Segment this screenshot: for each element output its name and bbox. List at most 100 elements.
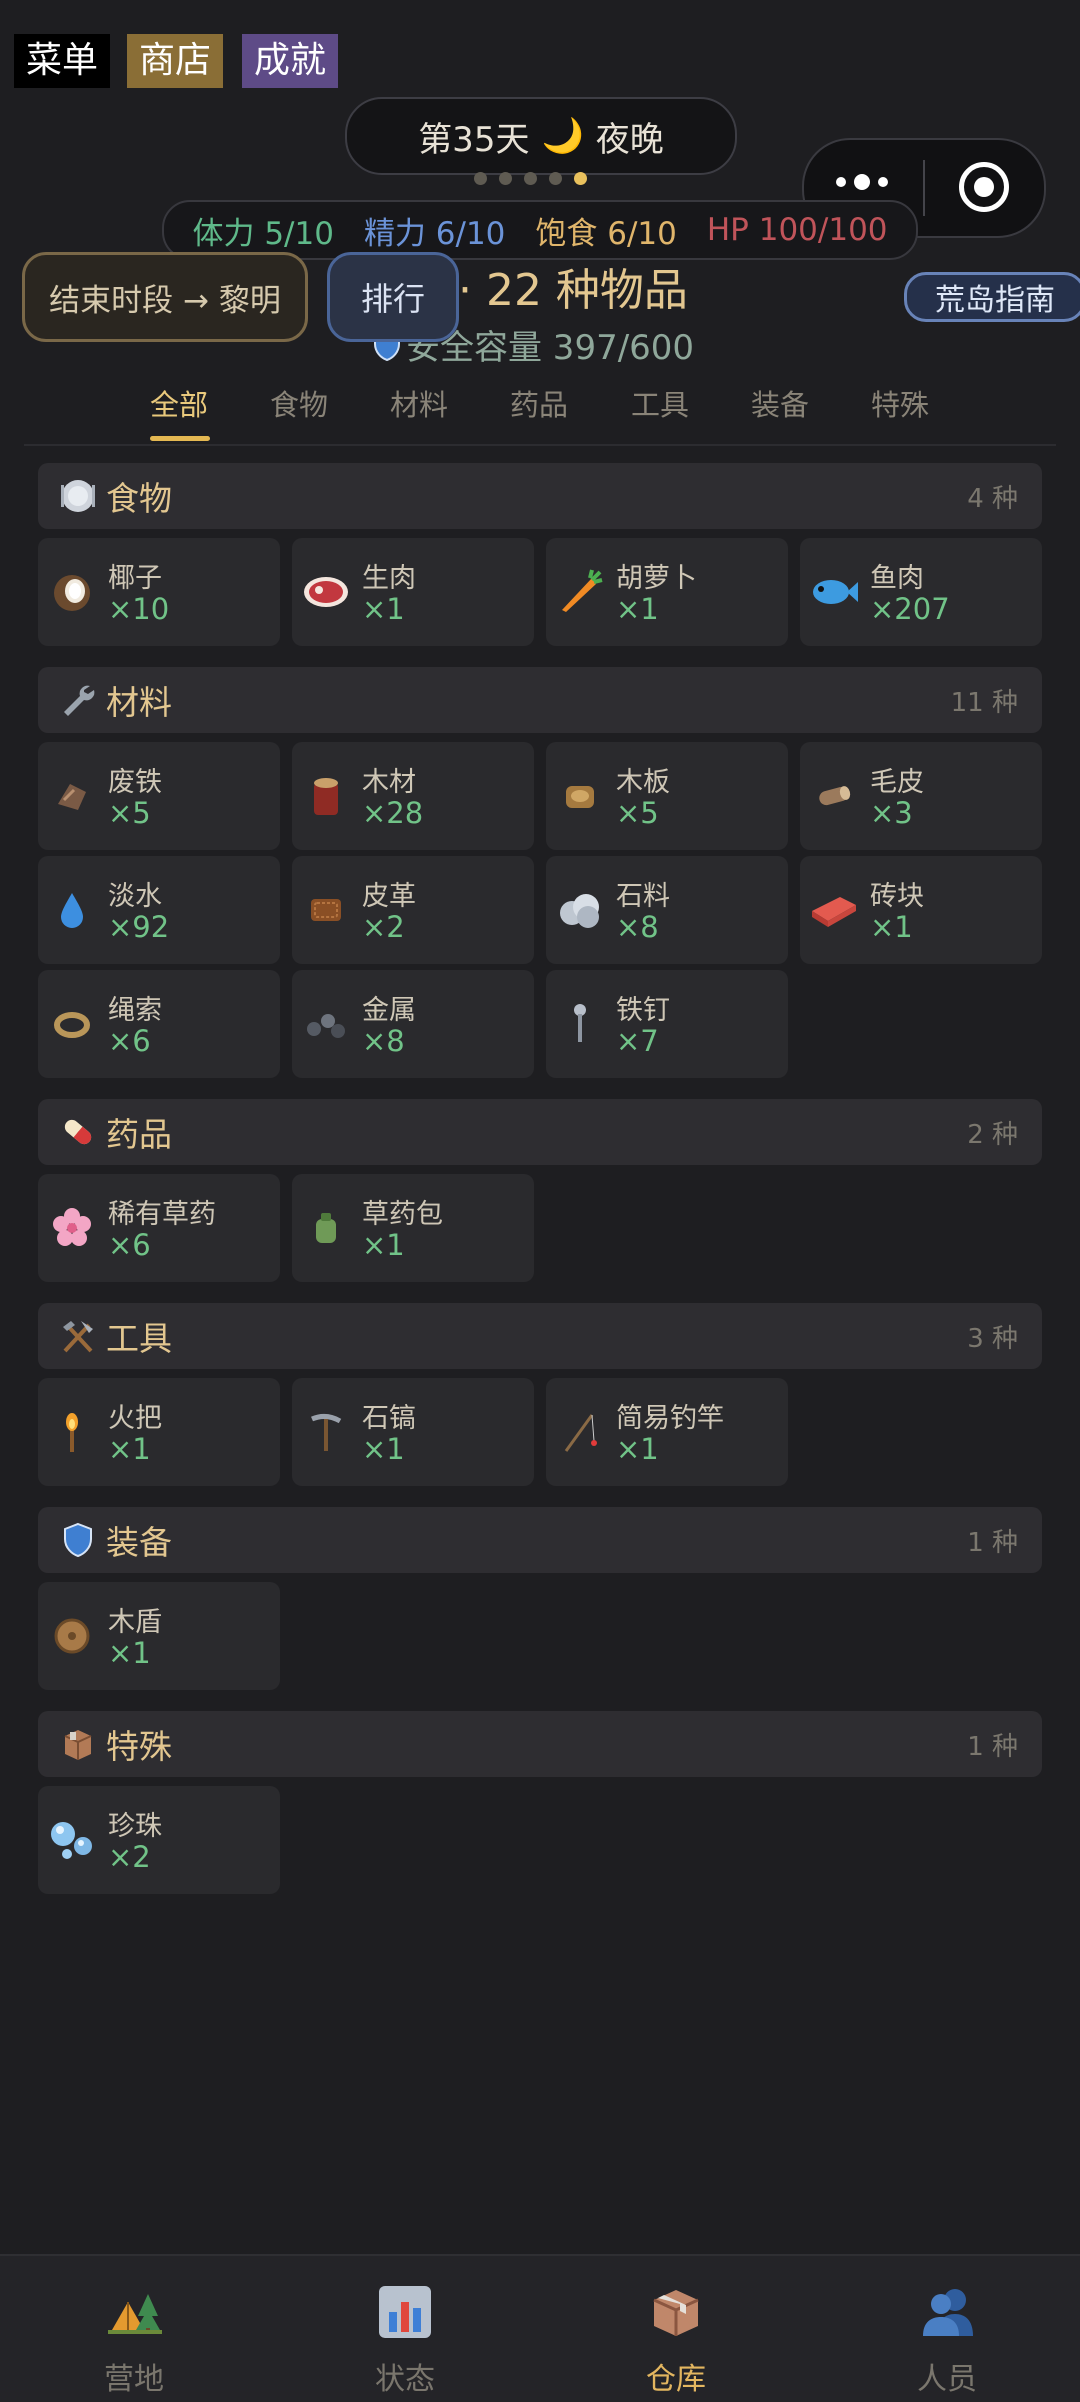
tab-all[interactable]: 全部 [150,382,208,424]
energy-stat: 精力 6/10 [363,215,506,252]
box-icon [58,1724,98,1764]
end-period-button[interactable]: 结束时段 → 黎明 [22,252,308,342]
period-dot [549,172,562,185]
item-card[interactable]: 绳索 ×6 [38,970,280,1078]
nav-status[interactable]: 状态 [335,2282,475,2398]
item-card[interactable]: 火把 ×1 [38,1378,280,1486]
period-dot [524,172,537,185]
tab-medicine[interactable]: 药品 [510,382,568,424]
item-qty: ×5 [108,796,151,830]
item-card[interactable]: 毛皮 ×3 [800,742,1042,850]
nav-warehouse[interactable]: 仓库 [606,2282,746,2398]
moon-icon: 🌙 [541,116,584,156]
item-name: 皮革 [362,881,416,912]
wood-icon [300,770,352,822]
item-card[interactable]: 石镐 ×1 [292,1378,534,1486]
raw-meat-icon [300,566,352,618]
flower-icon [46,1202,98,1254]
item-name: 鱼肉 [870,563,924,594]
brick-icon [808,884,860,936]
tab-special[interactable]: 特殊 [871,382,929,424]
item-card[interactable]: 椰子 ×10 [38,538,280,646]
item-card[interactable]: 皮革 ×2 [292,856,534,964]
section-count: 2 种 [967,1119,1018,1150]
section-title: 特殊 [106,1727,172,1766]
item-name: 木板 [616,767,670,798]
tab-tool[interactable]: 工具 [631,382,689,424]
hammer-pick-icon [58,1316,98,1356]
item-qty: ×1 [108,1636,151,1670]
carrot-icon [554,566,606,618]
stamina-stat: 体力 5/10 [192,215,334,252]
tab-material[interactable]: 材料 [390,382,448,424]
item-qty: ×1 [362,1432,405,1466]
item-qty: ×2 [362,910,405,944]
tab-equip[interactable]: 装备 [751,382,809,424]
item-qty: ×1 [362,592,405,626]
item-qty: ×10 [108,592,170,626]
item-card[interactable]: 生肉 ×1 [292,538,534,646]
item-qty: ×6 [108,1228,151,1262]
item-card[interactable]: 木盾 ×1 [38,1582,280,1690]
item-qty: ×92 [108,910,170,944]
item-name: 生肉 [362,563,416,594]
item-card[interactable]: 鱼肉 ×207 [800,538,1042,646]
section-count: 11 种 [950,687,1018,718]
item-card[interactable]: 珍珠 ×2 [38,1786,280,1894]
shop-button[interactable]: 商店 [127,34,224,88]
item-name: 绳索 [108,995,162,1026]
item-qty: ×5 [616,796,659,830]
item-qty: ×1 [362,1228,405,1262]
metal-icon [300,998,352,1050]
item-name: 木盾 [108,1607,162,1638]
achievements-button[interactable]: 成就 [242,34,339,88]
item-name: 简易钓竿 [616,1403,724,1434]
stats-bar: 体力 5/10 精力 6/10 饱食 6/10 HP 100/100 [162,200,918,260]
item-card[interactable]: 稀有草药 ×6 [38,1174,280,1282]
item-name: 草药包 [362,1199,443,1230]
nav-camp[interactable]: 营地 [64,2282,204,2398]
section-header-material: 材料 11 种 [38,667,1042,733]
bar-chart-icon [379,2286,431,2338]
item-name: 火把 [108,1403,162,1434]
item-name: 木材 [362,767,416,798]
fishing-rod-icon [554,1406,606,1458]
item-name: 废铁 [108,767,162,798]
wrench-icon [58,680,98,720]
item-card[interactable]: 淡水 ×92 [38,856,280,964]
pickaxe-icon [300,1406,352,1458]
item-qty: ×8 [362,1024,405,1058]
day-period: 夜晚 [595,119,664,160]
period-dot [499,172,512,185]
item-card[interactable]: 金属 ×8 [292,970,534,1078]
item-card[interactable]: 草药包 ×1 [292,1174,534,1282]
item-card[interactable]: 石料 ×8 [546,856,788,964]
item-card[interactable]: 铁钉 ×7 [546,970,788,1078]
item-card[interactable]: 木板 ×5 [546,742,788,850]
island-guide-button[interactable]: 荒岛指南 [904,272,1080,322]
menu-button[interactable]: 菜单 [14,34,111,88]
camp-icon [108,2294,162,2334]
item-qty: ×3 [870,796,913,830]
item-card[interactable]: 砖块 ×1 [800,856,1042,964]
close-target-icon[interactable] [959,162,1009,212]
item-name: 砖块 [870,881,924,912]
nav-people[interactable]: 人员 [877,2282,1017,2398]
more-icon[interactable] [836,174,888,190]
rank-button[interactable]: 排行 [327,252,459,342]
fish-icon [808,566,860,618]
item-card[interactable]: 木材 ×28 [292,742,534,850]
tab-food[interactable]: 食物 [270,382,328,424]
item-card[interactable]: 胡萝卜 ×1 [546,538,788,646]
section-count: 4 种 [967,483,1018,514]
pill-icon [58,1112,98,1152]
active-tab-indicator [150,436,210,441]
item-card[interactable]: 废铁 ×5 [38,742,280,850]
hp-stat: HP 100/100 [706,212,888,248]
item-card[interactable]: 简易钓竿 ×1 [546,1378,788,1486]
day-label: 第35天 [418,119,530,160]
stone-icon [554,884,606,936]
section-title: 食物 [106,479,172,518]
bottom-nav: 营地 状态 仓库 人员 [0,2254,1080,2402]
section-header-tool: 工具 3 种 [38,1303,1042,1369]
